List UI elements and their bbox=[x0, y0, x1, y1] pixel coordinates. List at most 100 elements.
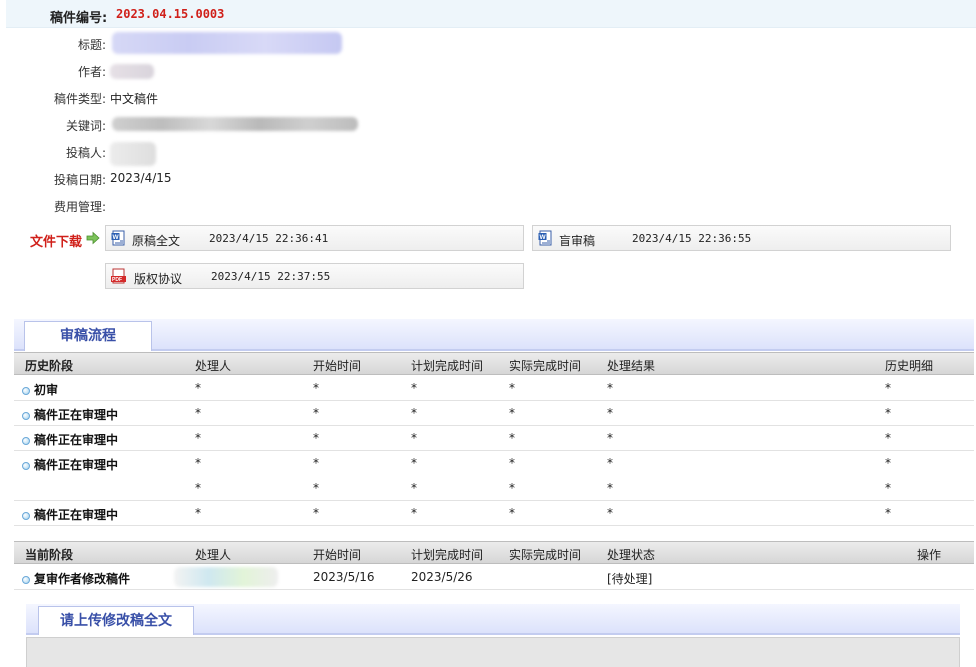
cell-actual: * bbox=[509, 406, 515, 420]
cell-start: * bbox=[313, 506, 319, 520]
cell-planned: * bbox=[411, 406, 417, 420]
cell-result: * bbox=[607, 506, 613, 520]
col-planned-time: 计划完成时间 bbox=[411, 548, 484, 562]
bullet-icon bbox=[22, 462, 30, 470]
keywords-label: 关键词: bbox=[65, 119, 106, 133]
cell-result: * bbox=[607, 381, 613, 395]
handler-redacted bbox=[174, 567, 278, 587]
bullet-icon bbox=[22, 387, 30, 395]
submitter-row: 投稿人: bbox=[0, 142, 600, 166]
file-name[interactable]: 版权协议 bbox=[134, 270, 182, 287]
file-blind-review[interactable]: W 盲审稿 2023/4/15 22:36:55 bbox=[532, 225, 951, 251]
history-stage: 稿件正在审理中 bbox=[22, 456, 118, 473]
cell-planned: * bbox=[411, 381, 417, 395]
table-row: 稿件正在审理中 * * * * * * bbox=[14, 426, 974, 451]
cell-planned: * bbox=[411, 506, 417, 520]
cell-actual: * bbox=[509, 431, 515, 445]
cell-actual: * bbox=[509, 456, 515, 470]
file-original-fulltext[interactable]: W 原稿全文 2023/4/15 22:36:41 bbox=[105, 225, 524, 251]
cell-actual: * bbox=[509, 381, 515, 395]
cell-detail: * bbox=[885, 381, 891, 395]
svg-text:W: W bbox=[113, 234, 120, 241]
file-name[interactable]: 原稿全文 bbox=[132, 232, 180, 249]
word-doc-icon: W bbox=[538, 230, 552, 246]
file-name[interactable]: 盲审稿 bbox=[559, 232, 595, 249]
author-redacted bbox=[110, 64, 154, 79]
col-history-stage: 历史阶段 bbox=[25, 359, 74, 373]
cell-start: 2023/5/16 bbox=[313, 570, 375, 584]
history-stage: 稿件正在审理中 bbox=[22, 506, 118, 523]
keywords-row: 关键词: bbox=[0, 117, 600, 137]
title-label: 标题: bbox=[77, 38, 106, 52]
col-start-time: 开始时间 bbox=[313, 548, 362, 562]
date-value: 2023/4/15 bbox=[110, 171, 172, 185]
upload-bar: 请上传修改稿全文 bbox=[26, 604, 960, 635]
bullet-icon bbox=[22, 512, 30, 520]
cell-handler: * bbox=[195, 481, 201, 495]
fee-label: 费用管理: bbox=[53, 200, 106, 214]
col-handler: 处理人 bbox=[195, 359, 232, 373]
title-row: 标题: bbox=[0, 32, 600, 56]
author-label: 作者: bbox=[77, 65, 106, 79]
current-stage: 复审作者修改稿件 bbox=[22, 570, 130, 587]
col-actual-time: 实际完成时间 bbox=[509, 548, 582, 562]
svg-text:W: W bbox=[540, 234, 547, 241]
file-copyright-agreement[interactable]: PDF 版权协议 2023/4/15 22:37:55 bbox=[105, 263, 524, 289]
date-label: 投稿日期: bbox=[53, 173, 106, 187]
table-row: 稿件正在审理中 * * * * * * * * * * * * bbox=[14, 451, 974, 501]
cell-status: [待处理] bbox=[607, 572, 653, 586]
cell-result: * bbox=[607, 481, 613, 495]
cell-planned: * bbox=[411, 481, 417, 495]
table-row: 初审 * * * * * * bbox=[14, 376, 974, 401]
cell-detail: * bbox=[885, 481, 891, 495]
cell-start: * bbox=[313, 406, 319, 420]
svg-text:PDF: PDF bbox=[112, 277, 122, 283]
date-row: 投稿日期: 2023/4/15 bbox=[0, 171, 600, 191]
col-history-detail: 历史明细 bbox=[885, 359, 934, 373]
author-row: 作者: bbox=[0, 63, 600, 83]
tab-review-flow-label: 审稿流程 bbox=[60, 328, 116, 344]
cell-result: * bbox=[607, 406, 613, 420]
fee-row: 费用管理: bbox=[0, 198, 600, 218]
current-table-header: 当前阶段 处理人 开始时间 计划完成时间 实际完成时间 处理状态 操作 bbox=[14, 541, 974, 564]
cell-handler: * bbox=[195, 406, 201, 420]
bullet-icon bbox=[22, 412, 30, 420]
cell-detail: * bbox=[885, 406, 891, 420]
cell-handler: * bbox=[195, 506, 201, 520]
col-status: 处理状态 bbox=[607, 548, 656, 562]
type-value: 中文稿件 bbox=[110, 92, 159, 106]
table-row: 稿件正在审理中 * * * * * * bbox=[14, 401, 974, 426]
type-row: 稿件类型: 中文稿件 bbox=[0, 90, 600, 110]
table-row: 复审作者修改稿件 2023/5/16 2023/5/26 [待处理] bbox=[14, 565, 974, 590]
type-label: 稿件类型: bbox=[53, 92, 106, 106]
keywords-redacted bbox=[112, 117, 358, 131]
word-doc-icon: W bbox=[111, 230, 125, 246]
cell-detail: * bbox=[885, 506, 891, 520]
file-download-title: 文件下载 bbox=[30, 235, 83, 250]
green-arrow-icon bbox=[86, 231, 100, 245]
cell-start: * bbox=[313, 431, 319, 445]
manuscript-header: 稿件编号: 2023.04.15.0003 bbox=[6, 0, 976, 28]
cell-planned: * bbox=[411, 431, 417, 445]
cell-handler: * bbox=[195, 456, 201, 470]
history-stage: 稿件正在审理中 bbox=[22, 431, 118, 448]
cell-actual: * bbox=[509, 481, 515, 495]
table-row: 稿件正在审理中 * * * * * * bbox=[14, 501, 974, 526]
title-redacted bbox=[112, 32, 342, 54]
cell-handler: * bbox=[195, 431, 201, 445]
col-planned-time: 计划完成时间 bbox=[411, 359, 484, 373]
cell-actual: * bbox=[509, 506, 515, 520]
history-stage: 初审 bbox=[22, 381, 58, 398]
col-action: 操作 bbox=[917, 548, 942, 562]
bullet-icon bbox=[22, 576, 30, 584]
tab-review-flow[interactable]: 审稿流程 bbox=[24, 321, 152, 351]
cell-planned: * bbox=[411, 456, 417, 470]
tab-upload-revision[interactable]: 请上传修改稿全文 bbox=[38, 606, 194, 635]
cell-handler: * bbox=[195, 381, 201, 395]
cell-start: * bbox=[313, 456, 319, 470]
upload-panel bbox=[26, 637, 960, 667]
cell-start: * bbox=[313, 381, 319, 395]
cell-detail: * bbox=[885, 456, 891, 470]
manuscript-number-value: 2023.04.15.0003 bbox=[116, 7, 225, 21]
file-time: 2023/4/15 22:36:41 bbox=[209, 232, 329, 245]
